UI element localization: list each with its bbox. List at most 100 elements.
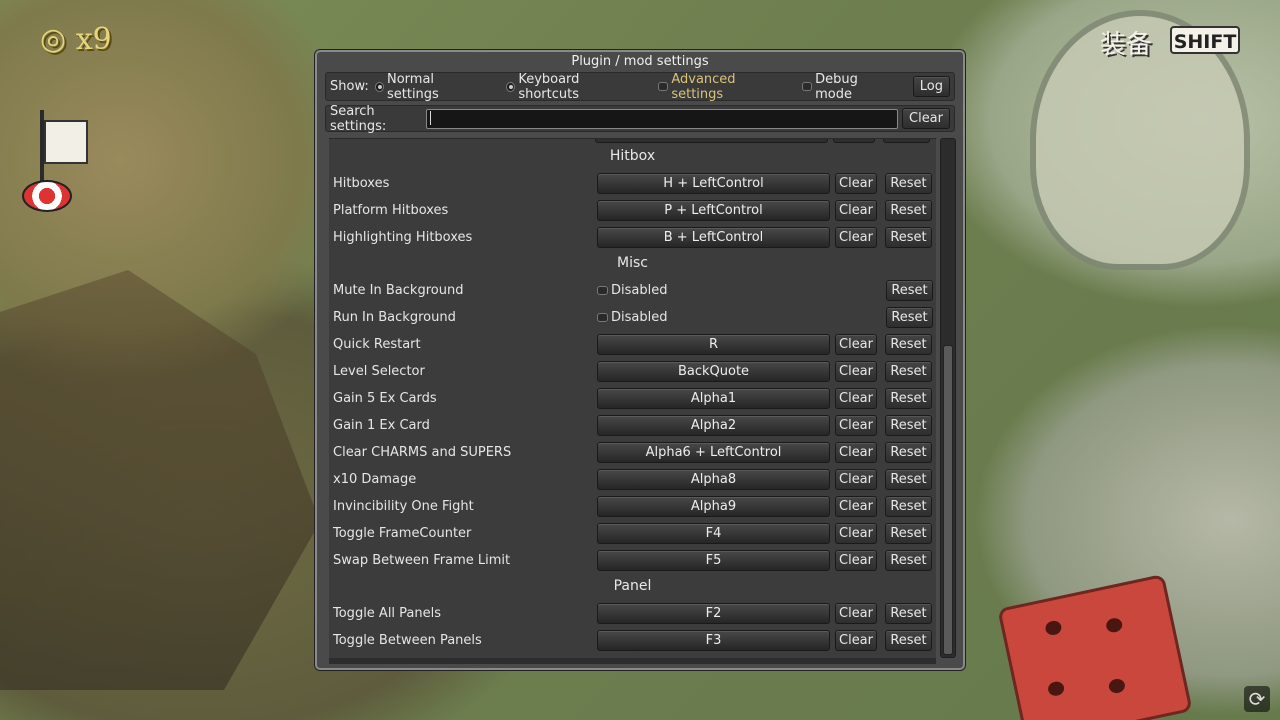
reset-button[interactable]: Reset [885, 495, 932, 517]
reset-button[interactable]: Reset [885, 226, 932, 248]
key-binding-button[interactable]: Alpha8 [597, 468, 830, 490]
coin-count: x9 [75, 22, 112, 57]
coin-counter: ◎ x9 [40, 22, 112, 57]
reset-button[interactable]: Reset [885, 414, 932, 436]
checkbox-icon [597, 312, 608, 322]
setting-row: Invincibility One Fight Alpha9 Clear Res… [333, 494, 933, 518]
reset-button[interactable]: Reset [885, 360, 932, 382]
clear-button[interactable]: Clear [835, 549, 877, 571]
checkbox-debug-mode[interactable]: Debug mode [802, 72, 891, 102]
reset-button[interactable]: Reset [885, 172, 932, 194]
key-binding-button[interactable]: F3 [597, 629, 830, 651]
clear-button[interactable]: Clear [835, 522, 877, 544]
setting-name: Toggle Between Panels [333, 632, 482, 648]
setting-row: Level Selector BackQuote Clear Reset [333, 359, 933, 383]
reset-button[interactable]: Reset [885, 629, 932, 651]
clear-button[interactable]: Clear [835, 495, 877, 517]
setting-row: Toggle All Panels F2 Clear Reset [333, 601, 933, 625]
radio-icon [506, 81, 516, 92]
clear-button[interactable]: Clear [835, 199, 877, 221]
clear-button[interactable]: Clear [835, 468, 877, 490]
setting-name: Run In Background [333, 309, 456, 325]
key-binding-button[interactable]: F2 [597, 602, 830, 624]
background-target [22, 180, 72, 212]
checkbox-icon [802, 82, 813, 91]
radio-normal-settings[interactable]: Normal settings [374, 71, 480, 102]
setting-row: Toggle Between Panels F3 Clear Reset [333, 628, 933, 652]
clear-button[interactable]: Clear [835, 602, 877, 624]
clear-button[interactable]: Clear [835, 172, 877, 194]
radio-keyboard-shortcuts[interactable]: Keyboard shortcuts [506, 72, 632, 102]
clear-button[interactable]: Clear [835, 226, 877, 248]
section-title: Misc [617, 255, 648, 271]
setting-name: Mute In Background [333, 282, 464, 298]
clear-button[interactable]: Clear [835, 414, 877, 436]
cut-off-key-button [595, 139, 828, 143]
setting-row: Quick Restart R Clear Reset [333, 332, 933, 356]
key-binding-button[interactable]: F4 [597, 522, 830, 544]
search-bar: Search settings: Clear [325, 104, 955, 134]
setting-name: Clear CHARMS and SUPERS [333, 444, 512, 460]
reset-button[interactable]: Reset [885, 333, 932, 355]
setting-row: Swap Between Frame Limit F5 Clear Reset [333, 548, 933, 572]
background-cliff [0, 270, 320, 690]
toggle-checkbox[interactable]: Disabled [597, 283, 877, 298]
radio-label: Normal settings [386, 71, 439, 102]
text-caret [430, 111, 431, 125]
scrollbar-thumb[interactable] [943, 345, 953, 655]
reset-button[interactable]: Reset [886, 306, 933, 328]
settings-list[interactable]: Hitbox Hitboxes H + LeftControl Clear Re… [329, 138, 936, 658]
checkbox-label: Advanced settings [671, 71, 736, 102]
setting-name: Gain 5 Ex Cards [333, 390, 437, 406]
key-binding-button[interactable]: Alpha2 [597, 414, 830, 436]
key-binding-button[interactable]: Alpha9 [597, 495, 830, 517]
setting-name: x10 Damage [333, 471, 417, 487]
key-binding-button[interactable]: Alpha1 [597, 387, 830, 409]
log-button[interactable]: Log [912, 76, 950, 97]
clear-button[interactable]: Clear [835, 387, 877, 409]
key-binding-button[interactable]: F5 [597, 549, 830, 571]
reset-button[interactable]: Reset [885, 549, 932, 571]
setting-name: Level Selector [333, 363, 425, 379]
vertical-scrollbar[interactable] [940, 138, 956, 658]
key-binding-button[interactable]: Alpha6 + LeftControl [597, 441, 830, 463]
key-binding-button[interactable]: B + LeftControl [597, 226, 830, 248]
key-binding-button[interactable]: H + LeftControl [597, 172, 830, 194]
clear-button[interactable]: Clear [835, 629, 877, 651]
setting-name: Swap Between Frame Limit [333, 552, 511, 568]
search-clear-button[interactable]: Clear [902, 108, 950, 129]
clear-button[interactable]: Clear [835, 360, 877, 382]
cut-off-clear-button [833, 139, 875, 143]
setting-name: Invincibility One Fight [333, 498, 474, 514]
setting-row: Platform Hitboxes P + LeftControl Clear … [333, 198, 933, 222]
search-input[interactable] [426, 108, 898, 129]
checkbox-label: Debug mode [815, 71, 858, 102]
show-filter-bar: Show: Normal settings Keyboard shortcuts… [325, 71, 955, 102]
reset-button[interactable]: Reset [885, 387, 932, 409]
setting-name: Quick Restart [333, 336, 421, 352]
reset-button[interactable]: Reset [886, 279, 933, 301]
toggle-checkbox[interactable]: Disabled [597, 310, 877, 325]
list-bottom-edge [329, 658, 936, 664]
background-dice [997, 573, 1193, 720]
setting-row: Gain 1 Ex Card Alpha2 Clear Reset [333, 413, 933, 437]
toggle-label: Disabled [611, 309, 668, 325]
setting-row: Hitboxes H + LeftControl Clear Reset [333, 171, 933, 195]
reset-button[interactable]: Reset [885, 602, 932, 624]
background-flag [40, 110, 88, 190]
checkbox-advanced-settings[interactable]: Advanced settings [658, 72, 780, 102]
key-binding-button[interactable]: P + LeftControl [597, 199, 830, 221]
key-binding-button[interactable]: BackQuote [597, 360, 830, 382]
reset-button[interactable]: Reset [885, 522, 932, 544]
reset-button[interactable]: Reset [885, 199, 932, 221]
section-title: Hitbox [609, 148, 656, 164]
setting-name: Toggle FrameCounter [333, 525, 472, 541]
key-binding-button[interactable]: R [597, 333, 830, 355]
setting-name: Toggle All Panels [333, 605, 442, 621]
clear-button[interactable]: Clear [835, 333, 877, 355]
setting-row: Toggle FrameCounter F4 Clear Reset [333, 521, 933, 545]
clear-button[interactable]: Clear [835, 441, 877, 463]
reset-button[interactable]: Reset [885, 468, 932, 490]
checkbox-icon [658, 82, 669, 91]
reset-button[interactable]: Reset [885, 441, 932, 463]
